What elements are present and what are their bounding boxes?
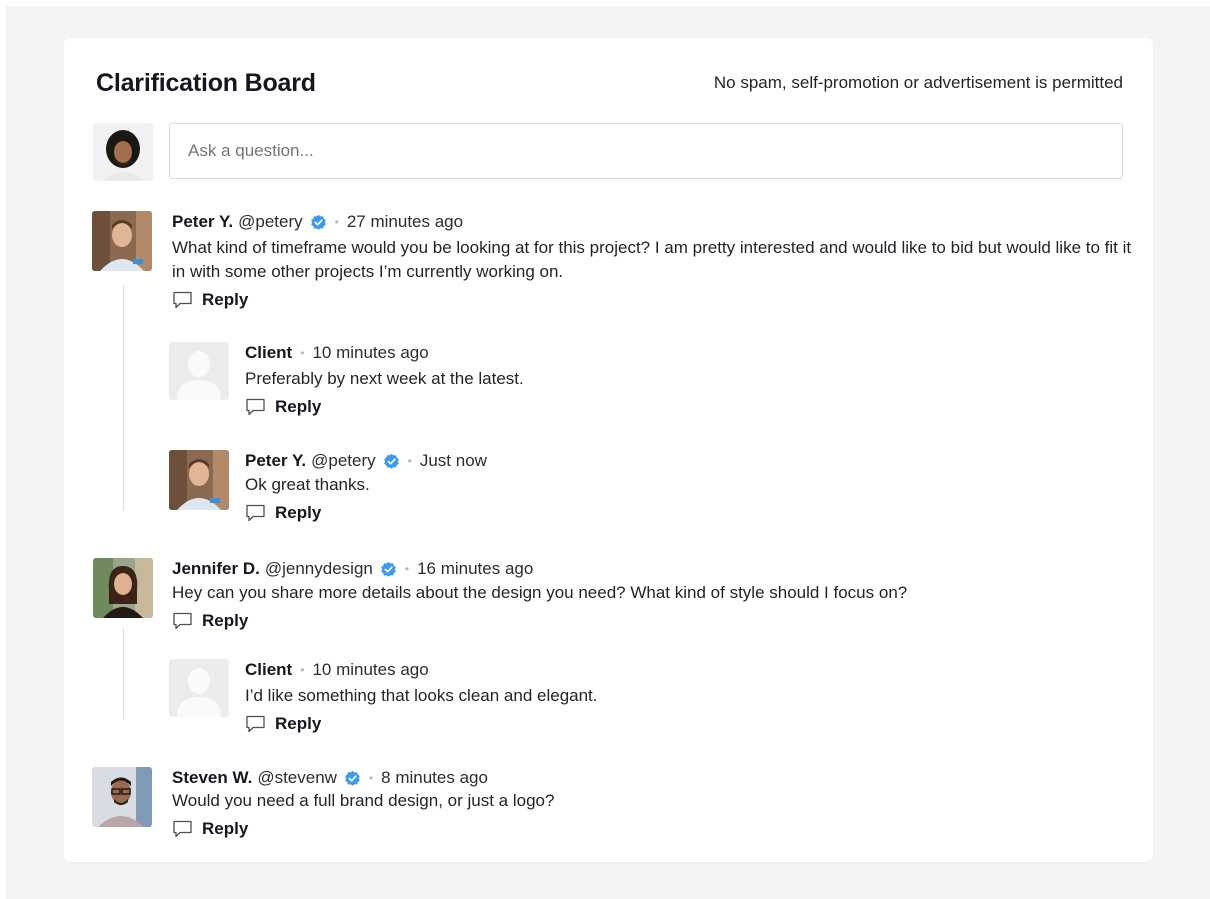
comment-time: 27 minutes ago <box>346 212 464 231</box>
comment-bubble-icon <box>246 715 265 733</box>
comment-time: Just now <box>419 451 487 470</box>
comment-meta: Jennifer D. @jennydesign • 16 minutes ag… <box>172 558 1132 580</box>
verified-badge-icon <box>310 214 327 231</box>
reply-button[interactable]: Reply <box>245 712 1045 736</box>
author-name[interactable]: Peter Y. <box>245 450 306 472</box>
current-user-avatar <box>93 123 153 181</box>
separator-dot: • <box>334 215 339 229</box>
verified-badge-icon <box>380 561 397 578</box>
separator-dot: • <box>407 454 412 468</box>
comment-meta: Client • 10 minutes ago <box>245 659 1045 681</box>
author-name[interactable]: Peter Y. <box>172 211 233 233</box>
verified-badge-icon <box>383 453 400 470</box>
author-handle[interactable]: @petery <box>311 450 376 472</box>
comment-text: What kind of timeframe would you be look… <box>172 238 1132 281</box>
separator-dot: • <box>300 346 305 360</box>
comment-bubble-icon <box>173 612 192 630</box>
separator-dot: • <box>404 562 410 576</box>
clarification-board-card: Clarification Board No spam, self-promot… <box>64 38 1153 862</box>
reply-button[interactable]: Reply <box>245 395 1045 419</box>
comment-bubble-icon <box>173 291 192 309</box>
comment-bubble-icon <box>246 504 265 522</box>
avatar <box>93 558 153 618</box>
reply-button[interactable]: Reply <box>172 609 1132 633</box>
author-handle[interactable]: @stevenw <box>257 767 337 789</box>
reply-button[interactable]: Reply <box>172 817 1132 841</box>
author-name[interactable]: Client <box>245 342 292 364</box>
comment-time: 10 minutes ago <box>312 343 429 362</box>
verified-badge-icon <box>344 770 361 787</box>
thread-line <box>123 628 124 719</box>
reply-label: Reply <box>202 290 249 309</box>
author-name[interactable]: Steven W. <box>172 767 252 789</box>
comment-bubble-icon <box>246 398 265 416</box>
comment-text: I’d like something that looks clean and … <box>245 686 598 705</box>
reply-label: Reply <box>202 819 249 838</box>
comment-text: Preferably by next week at the latest. <box>245 369 524 388</box>
avatar-placeholder <box>169 342 229 402</box>
comment-text: Would you need a full brand design, or j… <box>172 791 555 810</box>
reply-button[interactable]: Reply <box>172 288 1132 312</box>
reply-label: Reply <box>202 611 249 630</box>
avatar-placeholder <box>169 659 229 719</box>
avatar <box>92 211 152 271</box>
separator-dot: • <box>368 771 374 785</box>
reply-label: Reply <box>275 397 322 416</box>
reply-label: Reply <box>275 503 322 522</box>
comment-meta: Peter Y. @petery • Just now <box>245 450 1045 472</box>
avatar <box>92 767 152 827</box>
board-rule-text: No spam, self-promotion or advertisement… <box>713 73 1123 92</box>
board-title: Clarification Board <box>96 68 316 97</box>
comment-time: 16 minutes ago <box>417 559 534 578</box>
comment-text: Hey can you share more details about the… <box>172 583 908 602</box>
avatar <box>169 450 229 510</box>
board-header: Clarification Board No spam, self-promot… <box>96 68 1123 98</box>
thread-line <box>123 285 124 510</box>
author-handle[interactable]: @petery <box>238 211 303 233</box>
reply-label: Reply <box>275 714 322 733</box>
comment-bubble-icon <box>173 820 192 838</box>
separator-dot: • <box>300 663 305 677</box>
comment-meta: Steven W. @stevenw • 8 minutes ago <box>172 767 1132 789</box>
comment-meta: Peter Y. @petery • 27 minutes ago <box>172 211 1132 233</box>
comment-time: 8 minutes ago <box>381 768 488 787</box>
comment-text: Ok great thanks. <box>245 475 370 494</box>
comment-meta: Client • 10 minutes ago <box>245 342 1045 364</box>
ask-question-row <box>93 123 1123 181</box>
ask-question-input[interactable] <box>169 123 1123 179</box>
comment-time: 10 minutes ago <box>312 660 429 679</box>
author-name[interactable]: Client <box>245 659 292 681</box>
reply-button[interactable]: Reply <box>245 501 1045 525</box>
author-handle[interactable]: @jennydesign <box>265 558 373 580</box>
author-name[interactable]: Jennifer D. <box>172 558 260 580</box>
